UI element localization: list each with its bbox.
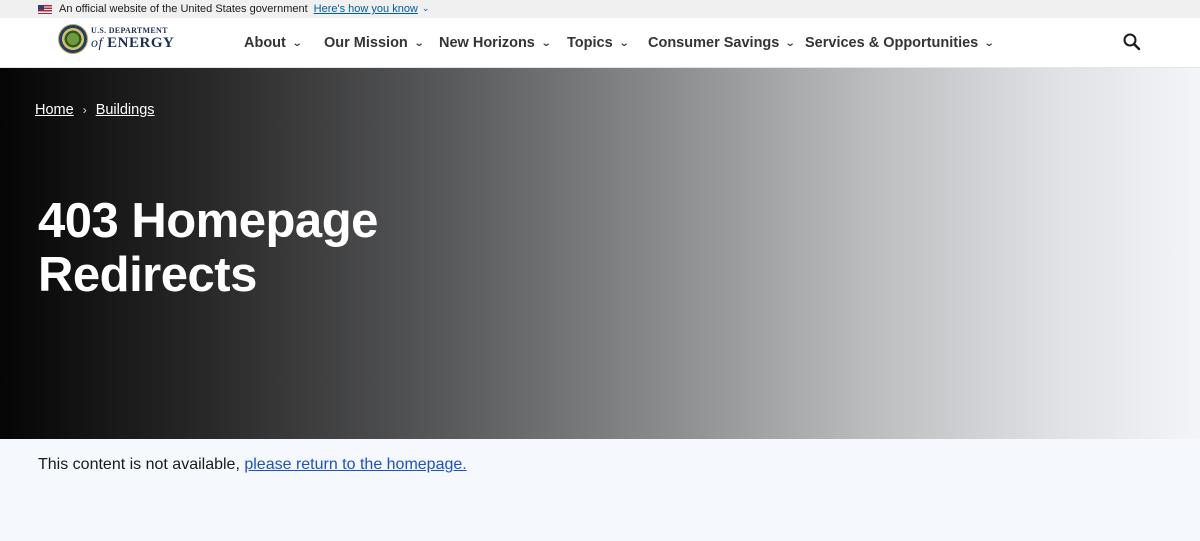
chevron-down-icon: ⌄ — [413, 37, 425, 49]
logo-line-1: U.S. DEPARTMENT — [91, 26, 168, 35]
logo-wordmark: U.S. DEPARTMENT of ENERGY — [91, 27, 174, 51]
nav-our-mission[interactable]: Our Mission ⌄ — [324, 35, 425, 51]
nav-label: Our Mission — [324, 35, 408, 51]
logo-line-2: of ENERGY — [91, 35, 175, 51]
nav-about[interactable]: About ⌄ — [244, 35, 303, 51]
gov-banner-text: An official website of the United States… — [59, 3, 308, 15]
chevron-down-icon: ⌄ — [785, 37, 796, 49]
nav-label: Services & Opportunities — [805, 35, 979, 51]
chevron-down-icon: ⌄ — [983, 37, 995, 49]
heres-how-you-know-link[interactable]: Here's how you know — [314, 3, 418, 15]
search-icon — [1123, 33, 1141, 51]
hero-banner: Home › Buildings 403 Homepage Redirects — [0, 68, 1200, 439]
return-homepage-link[interactable]: please return to the homepage. — [244, 456, 466, 473]
chevron-down-icon: ⌄ — [291, 37, 303, 49]
nav-services-opportunities[interactable]: Services & Opportunities ⌄ — [805, 35, 995, 51]
unavailable-message: This content is not available, — [38, 456, 240, 473]
nav-label: Topics — [567, 35, 613, 51]
nav-topics[interactable]: Topics ⌄ — [567, 35, 630, 51]
nav-consumer-savings[interactable]: Consumer Savings ⌄ — [648, 35, 796, 51]
main-content: This content is not available, please re… — [38, 456, 467, 474]
chevron-down-icon[interactable]: ⌄ — [422, 3, 430, 14]
us-flag-icon — [38, 4, 52, 14]
page-title: 403 Homepage Redirects — [38, 194, 378, 302]
chevron-down-icon: ⌄ — [618, 37, 630, 49]
doe-seal-icon — [58, 24, 88, 54]
chevron-down-icon: ⌄ — [540, 37, 552, 49]
nav-label: About — [244, 35, 286, 51]
breadcrumb-separator-icon: › — [82, 103, 87, 117]
gov-banner: An official website of the United States… — [0, 0, 1200, 18]
breadcrumb: Home › Buildings — [35, 102, 155, 118]
nav-label: New Horizons — [439, 35, 535, 51]
site-header: U.S. DEPARTMENT of ENERGY About ⌄ Our Mi… — [0, 18, 1200, 68]
breadcrumb-buildings[interactable]: Buildings — [96, 102, 155, 118]
nav-label: Consumer Savings — [648, 35, 780, 51]
nav-new-horizons[interactable]: New Horizons ⌄ — [439, 35, 552, 51]
doe-logo[interactable]: U.S. DEPARTMENT of ENERGY — [58, 24, 174, 54]
breadcrumb-home[interactable]: Home — [35, 102, 74, 118]
search-button[interactable] — [1122, 32, 1142, 52]
